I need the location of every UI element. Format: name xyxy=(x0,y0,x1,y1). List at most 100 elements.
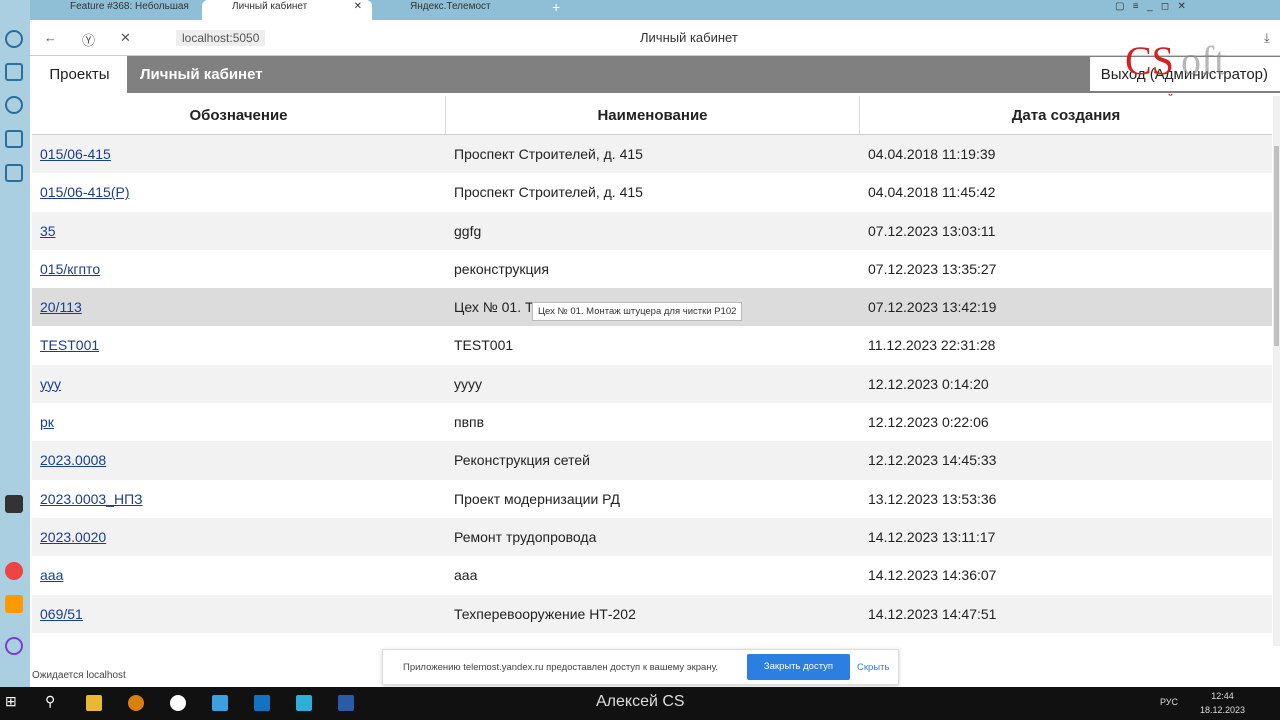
cell-name: уууу xyxy=(454,375,482,392)
table-row[interactable]: 015/06-415(Р) Проспект Строителей, д. 41… xyxy=(32,173,1272,211)
table-row[interactable]: 2023.0020 Ремонт трудопровода 14.12.2023… xyxy=(32,517,1272,557)
project-link[interactable]: 015/06-415(Р) xyxy=(40,184,130,200)
cell-code: 20/113 xyxy=(32,288,446,326)
page-title: Личный кабинет xyxy=(640,30,738,45)
logout-button[interactable]: Выход (Администратор) xyxy=(1090,57,1280,91)
stop-sharing-button[interactable]: Закрыть доступ xyxy=(747,654,850,680)
alice-icon[interactable] xyxy=(5,637,23,655)
cell-date: 12.12.2023 0:22:06 xyxy=(868,414,989,431)
table-row[interactable]: 069/51 Техперевооружение НТ-202 14.12.20… xyxy=(32,594,1272,633)
yandex-icon[interactable]: Ⓨ xyxy=(82,30,95,49)
play-icon[interactable] xyxy=(5,96,23,114)
tab-bar: Feature #368: Небольшая Личный кабинет ✕ … xyxy=(30,0,1280,20)
calendar-icon[interactable] xyxy=(5,164,23,182)
cell-code: 069/51 xyxy=(32,595,446,633)
app-icon[interactable] xyxy=(296,695,312,711)
project-link[interactable]: 20/113 xyxy=(40,299,82,315)
projects-table: Обозначение Наименование Дата создания 0… xyxy=(32,96,1272,633)
hide-link[interactable]: Скрыть xyxy=(857,662,889,673)
cell-date: 07.12.2023 13:03:11 xyxy=(868,222,996,239)
cell-date: 12.12.2023 14:45:33 xyxy=(868,452,997,469)
cell-name: Проект модернизации РД xyxy=(454,490,621,507)
header-name[interactable]: Наименование xyxy=(446,96,860,134)
url-field[interactable]: localhost:5050 xyxy=(176,30,266,46)
table-row[interactable]: 2023.0003_НПЗ Проект модернизации РД 13.… xyxy=(32,480,1272,518)
search-icon[interactable]: ⚲ xyxy=(45,693,61,709)
mail-icon[interactable] xyxy=(5,595,23,613)
status-text: Ожидается localhost xyxy=(32,670,126,681)
project-link[interactable]: рк xyxy=(40,414,54,430)
tab-cabinet[interactable]: Личный кабинет ✕ xyxy=(202,0,372,20)
scrollbar-thumb[interactable] xyxy=(1274,146,1279,346)
table-row[interactable]: 015/06-415 Проспект Строителей, д. 415 0… xyxy=(32,135,1272,174)
tooltip: Цех № 01. Монтаж штуцера для чистки Р102 xyxy=(532,302,743,321)
project-link[interactable]: 2023.0020 xyxy=(40,529,106,545)
tab-feature[interactable]: Feature #368: Небольшая xyxy=(40,0,200,20)
cell-name: реконструкция xyxy=(454,260,549,277)
project-link[interactable]: 35 xyxy=(40,223,56,239)
clock[interactable]: 12:44 18.12.2023 xyxy=(1200,689,1245,717)
project-link[interactable]: 2023.0008 xyxy=(40,452,106,468)
table-row[interactable]: 015/кгпто реконструкция 07.12.2023 13:35… xyxy=(32,250,1272,288)
table-row[interactable]: ааа ааа 14.12.2023 14:36:07 xyxy=(32,556,1272,594)
close-tab-icon[interactable]: ✕ xyxy=(354,0,362,14)
cell-name: Техперевооружение НТ-202 xyxy=(454,605,636,622)
cell-date: 14.12.2023 14:36:07 xyxy=(868,567,997,584)
cell-date: 12.12.2023 0:14:20 xyxy=(868,375,989,392)
project-link[interactable]: ууу xyxy=(40,376,61,392)
cell-date: 11.12.2023 22:31:28 xyxy=(868,337,996,354)
table-row[interactable]: 35 ggfg 07.12.2023 13:03:11 xyxy=(32,211,1272,250)
window-controls[interactable]: ▢ ≡ _ ◻ ✕ xyxy=(1115,0,1186,20)
games-icon[interactable] xyxy=(5,130,23,148)
project-link[interactable]: TEST001 xyxy=(40,337,99,353)
back-icon[interactable]: ← xyxy=(44,30,57,45)
nav-tab-projects[interactable]: Проекты xyxy=(32,56,127,93)
new-tab-button[interactable]: + xyxy=(552,0,560,20)
cell-name: Ремонт трудопровода xyxy=(454,528,597,545)
share-message: Приложению telemost.yandex.ru предоставл… xyxy=(403,662,719,673)
stop-icon[interactable]: ✕ xyxy=(120,30,131,46)
tab-telemost[interactable]: Яндекс.Телемост xyxy=(380,0,540,20)
cell-date: 14.12.2023 14:47:51 xyxy=(868,605,997,622)
table-row[interactable]: TEST001 TEST001 11.12.2023 22:31:28 xyxy=(32,326,1272,364)
cell-date: 07.12.2023 13:42:19 xyxy=(868,299,997,316)
explorer-icon[interactable] xyxy=(86,695,102,711)
project-link[interactable]: ааа xyxy=(40,567,63,583)
cell-code: 35 xyxy=(32,212,446,250)
app-icon[interactable] xyxy=(212,695,228,711)
cell-name: Проспект Строителей, д. 415 xyxy=(454,184,643,201)
table-row[interactable]: 2023.0008 Реконструкция сетей 12.12.2023… xyxy=(32,441,1272,480)
header-code[interactable]: Обозначение xyxy=(32,96,446,134)
table-row[interactable]: рк пвпв 12.12.2023 0:22:06 xyxy=(32,403,1272,441)
project-link[interactable]: 069/51 xyxy=(40,606,83,622)
cell-date: 13.12.2023 13:53:36 xyxy=(868,490,997,507)
yandex-browser-icon[interactable] xyxy=(170,695,186,711)
taskbar: ⊞ ⚲ Алексей CS РУС 12:44 18.12.2023 xyxy=(0,687,1280,720)
download-icon[interactable]: ⤓ xyxy=(1264,30,1270,46)
app-icon[interactable] xyxy=(5,495,23,513)
cell-code: ааа xyxy=(32,556,446,594)
table-row[interactable]: ууу уууу 12.12.2023 0:14:20 xyxy=(32,364,1272,404)
history-icon[interactable] xyxy=(5,30,23,48)
project-link[interactable]: 015/06-415 xyxy=(40,146,111,162)
browser-sidebar xyxy=(0,0,30,687)
cell-name: TEST001 xyxy=(454,337,514,354)
cell-name: пвпв xyxy=(454,414,485,431)
nav-tab-cabinet[interactable]: Личный кабинет xyxy=(140,56,263,93)
maps-icon[interactable] xyxy=(5,562,23,580)
cell-code: 2023.0008 xyxy=(32,441,446,479)
header-date[interactable]: Дата создания xyxy=(860,96,1272,134)
date: 18.12.2023 xyxy=(1200,705,1246,715)
tray-lang[interactable]: РУС xyxy=(1160,697,1178,707)
cell-code: ууу xyxy=(32,365,446,403)
scrollbar[interactable] xyxy=(1273,96,1280,646)
word-icon[interactable] xyxy=(338,695,354,711)
outlook-icon[interactable] xyxy=(254,695,270,711)
project-link[interactable]: 2023.0003_НПЗ xyxy=(40,491,143,507)
collections-icon[interactable] xyxy=(5,63,23,81)
start-icon[interactable]: ⊞ xyxy=(5,693,21,709)
cell-name: Реконструкция сетей xyxy=(454,452,590,469)
settings-icon[interactable] xyxy=(128,695,144,711)
cell-date: 04.04.2018 11:45:42 xyxy=(868,184,996,201)
project-link[interactable]: 015/кгпто xyxy=(40,261,100,277)
